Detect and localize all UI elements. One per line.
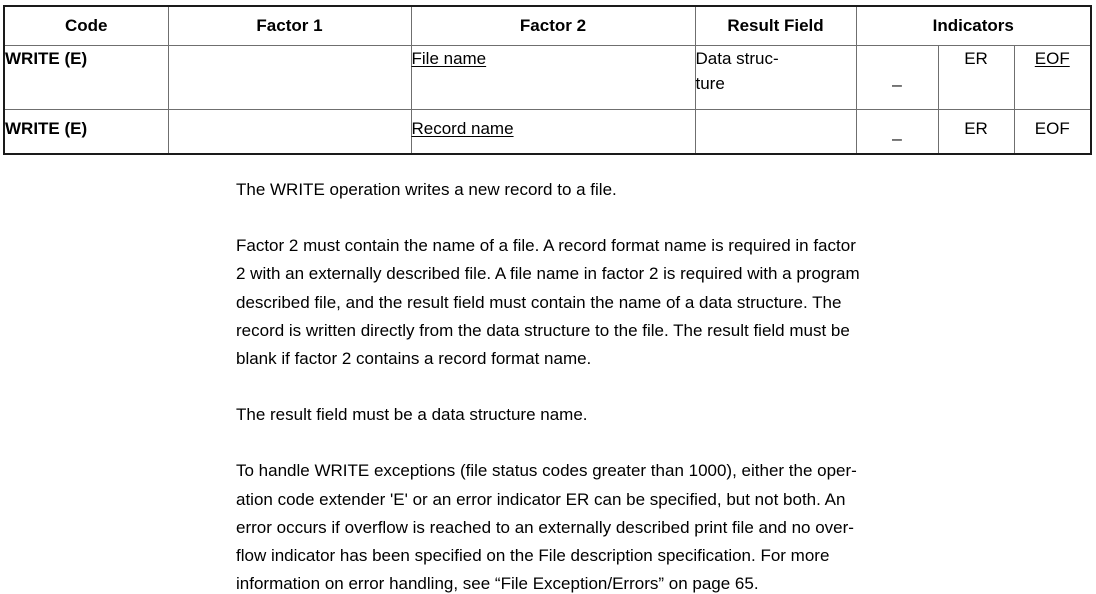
- text-line: described file, and the result field mus…: [236, 292, 842, 312]
- column-header-factor-2: Factor 2: [410, 5, 696, 46]
- text-line: information on error handling, see “File…: [236, 574, 759, 594]
- column-header-factor-1: Factor 1: [167, 5, 412, 46]
- body-text: The WRITE operation writes a new record …: [236, 176, 1092, 594]
- text-line: The WRITE operation writes a new record …: [236, 180, 617, 199]
- text-line: The result field must be a data structur…: [236, 405, 588, 425]
- cell-code: WRITE (E): [3, 109, 169, 155]
- column-header-result-field: Result Field: [694, 5, 857, 46]
- column-header-code: Code: [3, 5, 169, 46]
- cell-factor-2: Record name: [410, 109, 696, 155]
- indicator-3-value: EOF: [1034, 119, 1070, 138]
- table-header-row: Code Factor 1 Factor 2 Result Field Indi…: [3, 5, 1092, 46]
- indicator-3-value: EOF: [1034, 49, 1070, 68]
- document-page: Code Factor 1 Factor 2 Result Field Indi…: [0, 0, 1096, 594]
- column-header-indicators: Indicators: [855, 5, 1092, 46]
- cell-indicator-3: EOF: [1013, 45, 1092, 110]
- cell-factor-1: [167, 45, 412, 110]
- cell-code: WRITE (E): [3, 45, 169, 110]
- cell-indicator-2: ER: [937, 109, 1015, 155]
- operation-table-container: Code Factor 1 Factor 2 Result Field Indi…: [3, 5, 1093, 155]
- factor-2-value: Record name: [411, 119, 514, 138]
- paragraph-exceptions: To handle WRITE exceptions (file status …: [236, 457, 1092, 594]
- text-line: record is written directly from the data…: [236, 320, 850, 340]
- text-line: To handle WRITE exceptions (file status …: [236, 461, 857, 481]
- cell-indicator-1: _: [855, 109, 939, 155]
- text-line: 2 with an externally described file. A f…: [236, 264, 860, 284]
- paragraph-factor-2: Factor 2 must contain the name of a file…: [236, 232, 1092, 373]
- cell-factor-1: [167, 109, 412, 155]
- cell-indicator-2: ER: [937, 45, 1015, 110]
- paragraph-result-field: The result field must be a data structur…: [236, 401, 1092, 429]
- table-row: WRITE (E) Record name _ ER EOF: [3, 109, 1092, 155]
- text-line: blank if factor 2 contains a record form…: [236, 349, 592, 369]
- cell-result-field: [694, 109, 857, 155]
- table-row: WRITE (E) File name Data struc-ture _ ER…: [3, 45, 1092, 110]
- text-line: ation code extender 'E' or an error indi…: [236, 489, 846, 509]
- cell-indicator-3: EOF: [1013, 109, 1092, 155]
- factor-2-value: File name: [411, 49, 487, 68]
- paragraph-intro: The WRITE operation writes a new record …: [236, 176, 1092, 204]
- operation-table: Code Factor 1 Factor 2 Result Field Indi…: [3, 5, 1093, 155]
- cell-factor-2: File name: [410, 45, 696, 110]
- cell-result-field: Data struc-ture: [694, 45, 857, 110]
- result-field-line-2: ture: [695, 74, 725, 93]
- text-line: error occurs if overflow is reached to a…: [236, 517, 854, 537]
- cell-indicator-1: _: [855, 45, 939, 110]
- text-line: Factor 2 must contain the name of a file…: [236, 236, 856, 256]
- result-field-line-1: Data struc-: [695, 49, 779, 68]
- text-line: flow indicator has been specified on the…: [236, 546, 830, 566]
